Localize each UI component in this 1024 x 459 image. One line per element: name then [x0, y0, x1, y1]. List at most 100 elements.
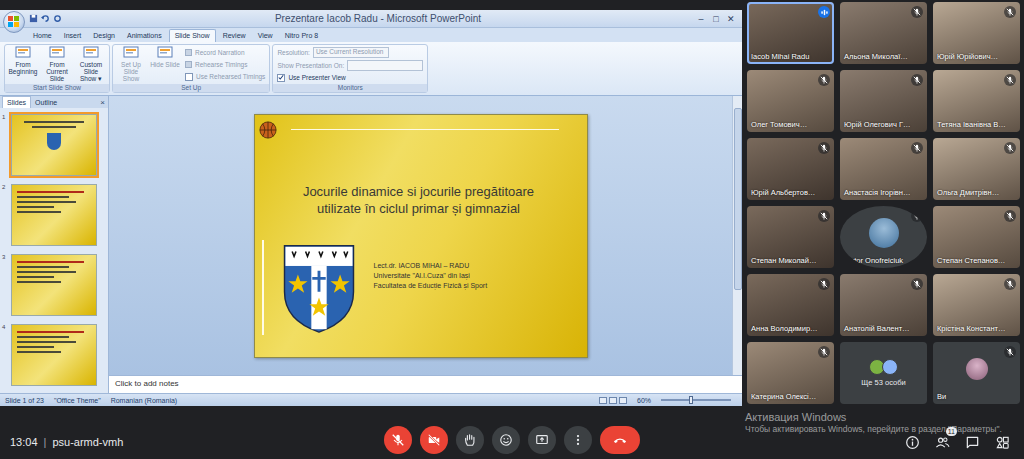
pane-close-button[interactable]: ×: [100, 98, 108, 107]
ribbon-small-item[interactable]: Use Presenter View: [277, 73, 423, 82]
ribbon-tab[interactable]: Design: [88, 30, 120, 42]
participant-tile[interactable]: Юрій Олегович Г…: [840, 70, 927, 132]
ribbon-small-item[interactable]: Rehearse Timings: [185, 60, 265, 69]
ribbon-small-column: Record Narration Rehearse Timings Use Rehe…: [183, 46, 267, 83]
side-button[interactable]: [904, 434, 920, 450]
participant-tile[interactable]: Анна Володимир…: [747, 274, 834, 336]
slide[interactable]: Jocurile dinamice si jocurile pregătitoa…: [254, 114, 588, 358]
participant-tile[interactable]: Альона Миколаї…: [840, 2, 927, 64]
checkbox[interactable]: [277, 74, 285, 82]
slide-thumbnail[interactable]: [11, 114, 97, 176]
zoom-slider[interactable]: [661, 399, 731, 401]
mic-off-icon: [913, 76, 921, 84]
side-button[interactable]: 11: [934, 434, 950, 450]
save-icon[interactable]: [29, 14, 38, 23]
zoom-level[interactable]: 60%: [637, 397, 651, 404]
slide-thumbnail[interactable]: [11, 254, 97, 316]
ribbon-small-item[interactable]: Use Rehearsed Timings: [185, 72, 265, 81]
thumbnail-row[interactable]: 3: [2, 254, 105, 316]
call-control-button[interactable]: [528, 426, 556, 454]
participant-tile[interactable]: Ви: [933, 342, 1020, 404]
participant-tile[interactable]: Тетяна Іванівна В…: [933, 70, 1020, 132]
participant-tile[interactable]: Victor Onofreiciuk: [840, 206, 927, 268]
notes-pane[interactable]: Click to add notes: [109, 375, 742, 393]
slide-thumbnail[interactable]: [11, 184, 97, 246]
participant-tile[interactable]: Крістіна Констант…: [933, 274, 1020, 336]
participant-tile[interactable]: Юрій Юрійович…: [933, 2, 1020, 64]
ribbon-small-item[interactable]: Resolution:Use Current Resolution: [277, 47, 423, 58]
call-control-button[interactable]: [420, 426, 448, 454]
side-button[interactable]: [964, 434, 980, 450]
window-button[interactable]: ✕: [724, 13, 738, 25]
zoom-slider-knob[interactable]: [689, 396, 693, 404]
slideshow-view-icon[interactable]: [619, 397, 627, 404]
ribbon: From BeginningFrom Current SlideCustom S…: [0, 42, 742, 96]
participant-tile[interactable]: Iacob Mihai Radu: [747, 2, 834, 64]
participant-tile[interactable]: Катерина Олексі…: [747, 342, 834, 404]
window-button[interactable]: □: [709, 13, 723, 25]
ribbon-small-item[interactable]: Record Narration: [185, 48, 265, 57]
pane-tab[interactable]: Outline: [31, 97, 61, 108]
call-control-button[interactable]: [456, 426, 484, 454]
side-button[interactable]: [994, 434, 1010, 450]
ribbon-tabs: HomeInsertDesignAnimationsSlide ShowRevi…: [0, 28, 742, 42]
ribbon-big-button[interactable]: From Current Slide: [41, 46, 73, 83]
ribbon-tab[interactable]: Nitro Pro 8: [280, 30, 323, 42]
vertical-scrollbar[interactable]: [732, 96, 742, 375]
call-control-button[interactable]: [384, 426, 412, 454]
participant-tile[interactable]: Анатолій Валент…: [840, 274, 927, 336]
pane-tab[interactable]: Slides: [2, 96, 31, 108]
participant-name: Степан Степанов…: [937, 256, 1005, 265]
ribbon-group: Resolution:Use Current Resolution Show Pr…: [272, 44, 428, 93]
participant-tile[interactable]: Ще 53 особи: [840, 342, 927, 404]
thumbnail-row[interactable]: 4: [2, 324, 105, 386]
ribbon-tab[interactable]: Home: [28, 30, 57, 42]
thumbnail-row[interactable]: 1: [2, 114, 105, 176]
ribbon-group-body: Set Up Slide ShowHide SlideRecord Narrat…: [113, 45, 269, 84]
call-control-button[interactable]: [492, 426, 520, 454]
participant-tile[interactable]: Степан Миколай…: [747, 206, 834, 268]
participant-tile[interactable]: Ольга Дмитрівн…: [933, 138, 1020, 200]
more-participants[interactable]: Ще 53 особи: [861, 359, 905, 387]
pane-tabs: SlidesOutline ×: [0, 96, 108, 108]
checkbox[interactable]: [185, 73, 193, 81]
participant-tile[interactable]: Степан Степанов…: [933, 206, 1020, 268]
basketball-icon: [259, 121, 277, 139]
ribbon-tab[interactable]: Animations: [122, 30, 167, 42]
camera-off-icon: [427, 433, 441, 447]
participant-tile[interactable]: Юрій Альбертов…: [747, 138, 834, 200]
call-control-button[interactable]: [600, 426, 640, 454]
slide-thumbnail[interactable]: [11, 324, 97, 386]
ribbon-small-item[interactable]: Show Presentation On:: [277, 60, 423, 71]
combo-box[interactable]: [347, 60, 423, 71]
office-button[interactable]: [3, 11, 25, 33]
ribbon-big-button[interactable]: From Beginning: [7, 46, 39, 83]
scroll-thumb[interactable]: [734, 108, 742, 290]
slideshow-icon: [83, 46, 99, 60]
participant-tile[interactable]: Олег Томович…: [747, 70, 834, 132]
ribbon-group-body: Resolution:Use Current Resolution Show Pr…: [273, 45, 427, 84]
ribbon-big-button[interactable]: Custom Slide Show ▾: [75, 46, 107, 83]
mic-off-icon: [1006, 212, 1014, 220]
participant-grid: Iacob Mihai RaduАльона Миколаї…Юрій Юрій…: [742, 0, 1024, 410]
combo-box[interactable]: Use Current Resolution: [313, 47, 389, 58]
window-button[interactable]: –: [694, 13, 708, 25]
call-control-button[interactable]: [564, 426, 592, 454]
ribbon-tab[interactable]: Insert: [59, 30, 87, 42]
ribbon-group: From BeginningFrom Current SlideCustom S…: [4, 44, 110, 93]
ribbon-big-button[interactable]: Set Up Slide Show: [115, 46, 147, 83]
ribbon-small-column: Resolution:Use Current Resolution Show Pr…: [275, 46, 425, 83]
sorter-view-icon[interactable]: [609, 397, 617, 404]
ribbon-big-button[interactable]: Hide Slide: [149, 46, 181, 83]
participant-tile[interactable]: Анастасія Ігорівн…: [840, 138, 927, 200]
redo-icon[interactable]: [53, 14, 62, 23]
thumbnail-row[interactable]: 2: [2, 184, 105, 246]
undo-icon[interactable]: [41, 14, 50, 23]
ribbon-tab[interactable]: View: [253, 30, 278, 42]
activities-icon: [995, 435, 1010, 450]
call-controls: [384, 426, 640, 454]
normal-view-icon[interactable]: [599, 397, 607, 404]
ribbon-tab[interactable]: Slide Show: [169, 29, 216, 42]
emoji-icon: [499, 433, 513, 447]
ribbon-tab[interactable]: Review: [218, 30, 251, 42]
